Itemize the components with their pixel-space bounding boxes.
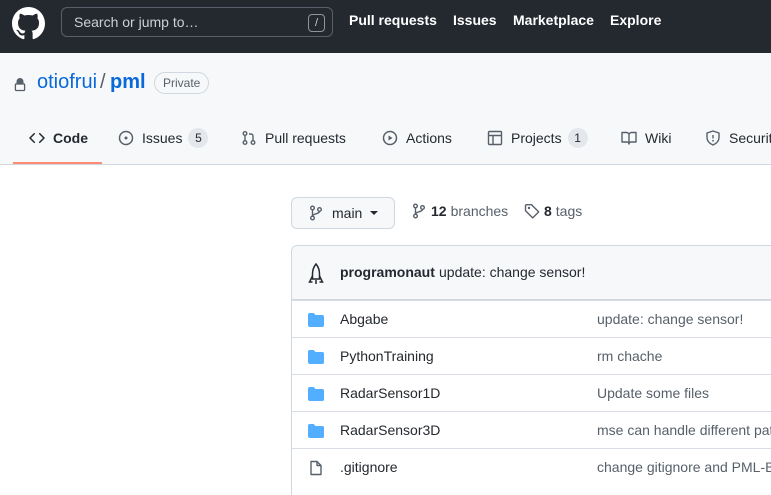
file-commit-message[interactable]: rm chache [597, 348, 662, 364]
nav-issues[interactable]: Issues [453, 12, 497, 28]
search-input[interactable]: Search or jump to… / [61, 7, 333, 37]
file-list: programonaut update: change sensor! Abga… [291, 245, 771, 495]
chevron-down-icon [370, 211, 379, 215]
commit-message-link[interactable]: update: change sensor! [439, 264, 585, 280]
tab-code[interactable]: Code [29, 126, 88, 150]
tab-security-label: Security [729, 130, 771, 146]
tab-issues-label: Issues [142, 130, 183, 146]
file-commit-message[interactable]: mse can handle different patterns [597, 422, 771, 438]
tags-label: tags [555, 203, 583, 219]
file-row[interactable]: PythonTraining rm chache [292, 337, 771, 374]
git-pull-request-icon [242, 131, 256, 145]
branches-label: branches [450, 203, 509, 219]
tab-wiki-label: Wiki [645, 130, 672, 146]
play-icon [382, 130, 398, 146]
tab-wiki[interactable]: Wiki [621, 126, 671, 150]
current-branch-label: main [332, 205, 363, 221]
branches-link[interactable]: 12 branches [411, 203, 508, 219]
file-row[interactable]: Abgabe update: change sensor! [292, 300, 771, 337]
file-row[interactable]: .gitignore change gitignore and PML-Beri… [292, 448, 771, 485]
tab-security[interactable]: Security [705, 126, 771, 150]
nav-pull-requests[interactable]: Pull requests [349, 12, 437, 28]
file-commit-message[interactable]: change gitignore and PML-Bericht [597, 459, 771, 475]
file-commit-message[interactable]: update: change sensor! [597, 311, 743, 327]
folder-icon [308, 313, 324, 327]
projects-count-badge: 1 [567, 128, 588, 148]
file-name-link[interactable]: RadarSensor3D [340, 422, 440, 438]
folder-icon [308, 387, 324, 401]
tab-issues[interactable]: Issues 5 [118, 126, 209, 150]
git-branch-icon [310, 205, 322, 221]
tab-code-label: Code [53, 130, 88, 146]
table-icon [487, 130, 503, 146]
branch-select-button[interactable]: main [291, 197, 395, 229]
tab-projects-label: Projects [511, 130, 562, 146]
repo-header: otiofrui / pml Private Code Issues 5 Pul… [0, 53, 771, 165]
tab-actions[interactable]: Actions [382, 126, 452, 150]
search-shortcut-key: / [308, 14, 325, 32]
file-row[interactable]: RadarSensor3D mse can handle different p… [292, 411, 771, 448]
repo-owner-link[interactable]: otiofrui [37, 71, 97, 94]
file-name-link[interactable]: .gitignore [340, 459, 398, 475]
issues-count-badge: 5 [188, 128, 209, 148]
path-separator: / [100, 71, 106, 93]
tab-actions-label: Actions [406, 130, 452, 146]
file-name-link[interactable]: Abgabe [340, 311, 388, 327]
file-row[interactable]: RadarSensor1D Update some files [292, 374, 771, 411]
folder-icon [308, 350, 324, 364]
rocket-avatar-icon[interactable] [304, 262, 328, 286]
code-icon [29, 132, 45, 144]
file-name-link[interactable]: PythonTraining [340, 348, 434, 364]
tags-count: 8 [544, 203, 552, 219]
latest-commit: programonaut update: change sensor! [292, 246, 771, 300]
global-header: Search or jump to… / Pull requests Issue… [0, 0, 771, 53]
repo-name-link[interactable]: pml [110, 71, 146, 94]
tag-icon [524, 204, 540, 219]
visibility-badge: Private [154, 72, 210, 94]
nav-explore[interactable]: Explore [610, 12, 661, 28]
file-commit-message[interactable]: Update some files [597, 385, 709, 401]
nav-marketplace[interactable]: Marketplace [513, 12, 594, 28]
file-name-link[interactable]: RadarSensor1D [340, 385, 440, 401]
book-icon [621, 131, 637, 145]
file-icon [310, 460, 322, 476]
issue-opened-icon [118, 130, 134, 146]
shield-icon [706, 130, 720, 146]
tab-pull-requests-label: Pull requests [265, 130, 346, 146]
branches-count: 12 [431, 203, 447, 219]
search-placeholder: Search or jump to… [74, 14, 199, 30]
tab-projects[interactable]: Projects 1 [487, 126, 588, 150]
lock-icon [14, 78, 26, 92]
commit-author-link[interactable]: programonaut [340, 264, 435, 280]
selected-tab-indicator [13, 162, 102, 164]
git-branch-icon [413, 203, 425, 219]
folder-icon [308, 424, 324, 438]
tags-link[interactable]: 8 tags [524, 203, 582, 219]
tab-pull-requests[interactable]: Pull requests [241, 126, 346, 150]
github-logo-icon[interactable] [12, 7, 45, 40]
